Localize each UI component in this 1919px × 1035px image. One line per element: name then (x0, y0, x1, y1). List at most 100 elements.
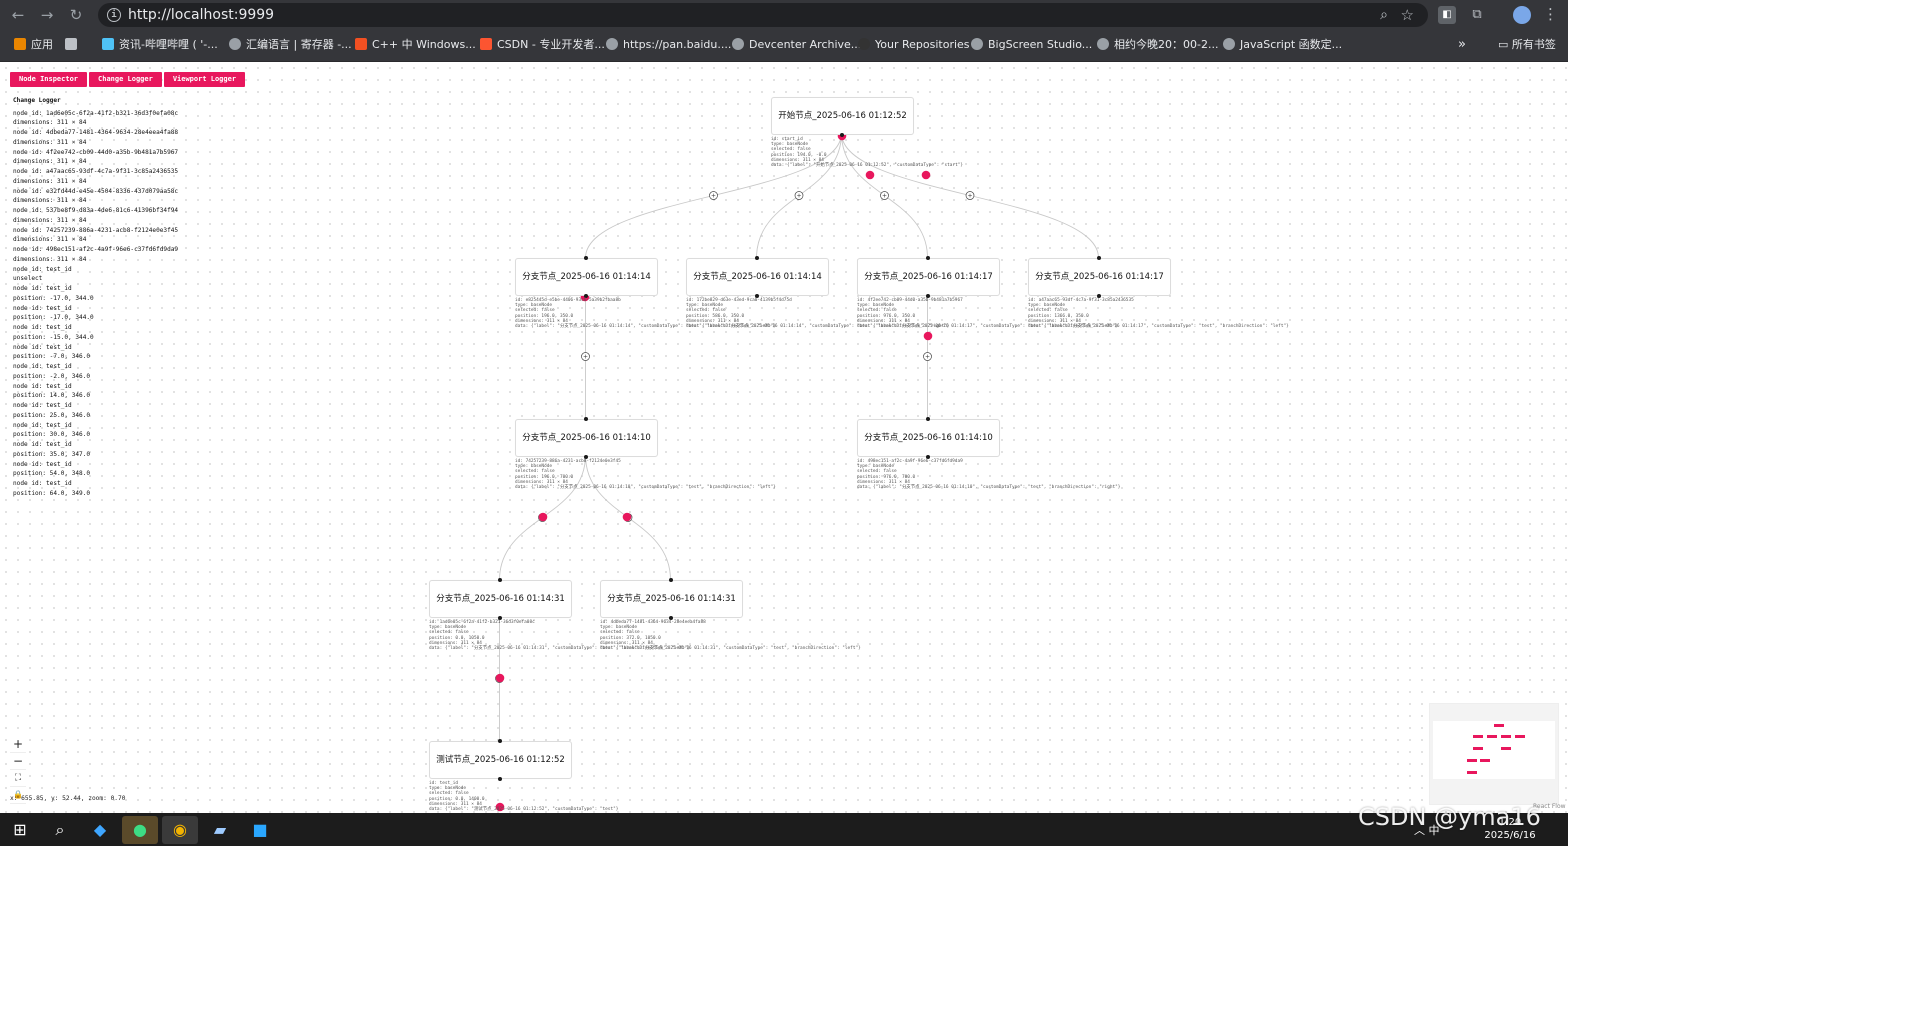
minimap-node (1467, 759, 1477, 762)
target-handle[interactable] (584, 417, 588, 421)
notepad-icon[interactable]: ▰ (202, 816, 238, 844)
address-bar[interactable]: i http://localhost:9999 ⌕ ☆ (98, 3, 1428, 27)
minimap-viewport (1433, 721, 1555, 779)
app-icon[interactable]: ■ (242, 816, 278, 844)
target-handle[interactable] (584, 256, 588, 260)
profile-avatar[interactable] (1513, 6, 1531, 24)
flow-node[interactable]: 分支节点_2025-06-16 01:14:31 (600, 578, 743, 620)
flow-node[interactable]: 分支节点_2025-06-16 01:14:17 (857, 256, 1000, 298)
node-label: 分支节点_2025-06-16 01:14:14 (522, 272, 651, 282)
globe-icon (606, 38, 618, 50)
minimap-node (1501, 735, 1511, 738)
minimap-node (1473, 747, 1483, 750)
bookmark-star-icon[interactable]: ☆ (1401, 3, 1414, 27)
bookmark-devcenter[interactable]: Devcenter Archive... (732, 37, 861, 53)
github-icon (858, 38, 870, 50)
flow-node[interactable]: 分支节点_2025-06-16 01:14:31 (429, 578, 572, 620)
bookmark-repositories[interactable]: Your Repositories (858, 37, 970, 53)
node-info: id: 4dbeda77-1481-4364-9634-28e4eea4fa88… (600, 620, 861, 652)
connection-marker[interactable] (622, 512, 632, 522)
target-handle[interactable] (755, 256, 759, 260)
flow-node[interactable]: 分支节点_2025-06-16 01:14:14 (686, 256, 829, 298)
vscode-icon[interactable]: ◆ (82, 816, 118, 844)
plus-icon: + (967, 193, 972, 200)
bookmark-label: 资讯-哔哩哔哩 ( '-... (119, 38, 218, 51)
node-label: 分支节点_2025-06-16 01:14:31 (607, 594, 736, 604)
zoom-magnifier-icon[interactable]: ⌕ (1380, 3, 1388, 27)
back-arrow-icon[interactable]: ← (8, 5, 28, 25)
connection-marker[interactable] (495, 673, 505, 683)
minimap[interactable] (1429, 703, 1559, 805)
bookmark-label: BigScreen Studio... (988, 38, 1093, 51)
bookmark-tonight[interactable]: 相约今晚20：00-2... (1097, 37, 1218, 53)
minimap-node (1473, 735, 1483, 738)
flow-node[interactable]: 分支节点_2025-06-16 01:14:14 (515, 256, 658, 298)
connection-marker[interactable] (865, 170, 875, 180)
chrome-icon[interactable]: ◉ (162, 816, 198, 844)
flow-controls: + − ⛶ 🔒 (10, 736, 26, 804)
node-label: 分支节点_2025-06-16 01:14:17 (1035, 272, 1164, 282)
bookmarks-more-chevron-icon[interactable]: » (1458, 37, 1466, 52)
node-info: id: test_id type: baseNode selected: fal… (429, 781, 619, 813)
bookmark-javascript[interactable]: JavaScript 函数定... (1223, 37, 1342, 53)
minimap-node (1494, 724, 1504, 727)
bookmark-grid[interactable] (65, 37, 82, 53)
plus-icon: + (583, 354, 588, 361)
flow-node[interactable]: 分支节点_2025-06-16 01:14:10 (857, 417, 1000, 459)
search-icon[interactable]: ⌕ (42, 816, 78, 844)
puzzle-extensions-icon[interactable]: ⧉ (1468, 6, 1486, 24)
zoom-in-button[interactable]: + (10, 736, 26, 753)
connection-marker[interactable] (921, 170, 931, 180)
node-info: id: 498ec151-af2c-4a9f-96e6-c37fd6fd9da9… (857, 459, 1121, 491)
all-bookmarks-folder[interactable]: ▭ 所有书签 (1498, 37, 1556, 53)
target-handle[interactable] (498, 578, 502, 582)
bookmark-bigscreen[interactable]: BigScreen Studio... (971, 37, 1092, 53)
target-handle[interactable] (498, 739, 502, 743)
flow-node[interactable]: 分支节点_2025-06-16 01:14:10 (515, 417, 658, 459)
flow-node[interactable]: 分支节点_2025-06-16 01:14:17 (1028, 256, 1171, 298)
flow-canvas[interactable]: Node Inspector Change Logger Viewport Lo… (0, 62, 1568, 813)
all-bookmarks-label: 所有书签 (1511, 38, 1556, 51)
node-label: 开始节点_2025-06-16 01:12:52 (778, 111, 907, 121)
fit-view-button[interactable]: ⛶ (10, 770, 26, 787)
node-label: 分支节点_2025-06-16 01:14:17 (864, 272, 993, 282)
node-label: 分支节点_2025-06-16 01:14:10 (864, 433, 993, 443)
bookmark-csdn[interactable]: CSDN - 专业开发者... (480, 37, 605, 53)
forward-arrow-icon[interactable]: → (37, 5, 57, 25)
connection-marker[interactable] (923, 331, 933, 341)
extension-icon[interactable]: ◧ (1438, 6, 1456, 24)
plus-icon: + (711, 193, 716, 200)
target-handle[interactable] (669, 578, 673, 582)
flow-node[interactable]: 开始节点_2025-06-16 01:12:52 (771, 97, 914, 137)
minimap-node (1501, 747, 1511, 750)
target-handle[interactable] (926, 256, 930, 260)
bookmark-apps[interactable]: 应用 (14, 37, 53, 53)
target-handle[interactable] (1097, 256, 1101, 260)
connection-marker[interactable] (538, 512, 548, 522)
globe-icon (1097, 38, 1109, 50)
apps-grid-icon (14, 38, 26, 50)
bookmark-label: 应用 (31, 38, 53, 51)
globe-icon (971, 38, 983, 50)
minimap-node (1487, 735, 1497, 738)
node-label: 分支节点_2025-06-16 01:14:10 (522, 433, 651, 443)
site-info-icon[interactable]: i (107, 8, 121, 22)
reload-icon[interactable]: ↻ (66, 5, 86, 25)
globe-icon (229, 38, 241, 50)
bookmark-bilibili[interactable]: 资讯-哔哩哔哩 ( '-... (102, 37, 218, 53)
menu-dots-icon[interactable]: ⋮ (1543, 5, 1558, 23)
wechat-icon[interactable]: ● (122, 816, 158, 844)
bookmark-asm[interactable]: 汇编语言 | 寄存器 -... (229, 37, 352, 53)
bookmark-baidu-pan[interactable]: https://pan.baidu.... (606, 37, 731, 53)
bookmark-cpp[interactable]: C++ 中 Windows... (355, 37, 476, 53)
url-text[interactable]: http://localhost:9999 (128, 3, 274, 27)
flow-edges: +++++++++ (495, 131, 1099, 812)
windows-start-icon[interactable]: ⊞ (2, 816, 38, 844)
zoom-out-button[interactable]: − (10, 753, 26, 770)
target-handle[interactable] (926, 417, 930, 421)
globe-icon (732, 38, 744, 50)
plus-icon: + (882, 193, 887, 200)
node-label: 测试节点_2025-06-16 01:12:52 (436, 755, 565, 765)
node-info: id: start_id type: baseNode selected: fa… (771, 137, 964, 169)
flow-node[interactable]: 测试节点_2025-06-16 01:12:52 (429, 739, 572, 781)
